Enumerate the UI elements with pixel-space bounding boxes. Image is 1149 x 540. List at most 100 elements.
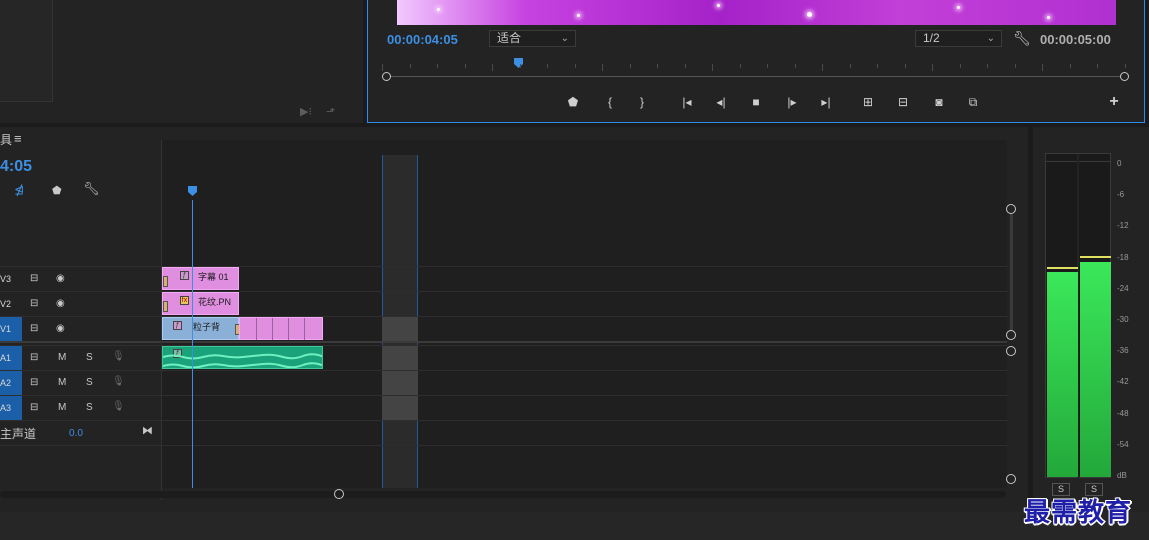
lift-icon[interactable]: ⊞ [859,94,877,110]
extract-icon[interactable]: ⊟ [894,94,912,110]
clip-v2-label: 花纹.PN [198,297,232,307]
clip-v1-extension[interactable] [239,317,323,340]
track-label-a3[interactable]: A3 [0,396,22,420]
track-area[interactable] [162,140,1007,488]
mute-button[interactable]: M [58,377,66,388]
solo-button[interactable]: S [86,402,93,413]
go-to-out-icon[interactable]: ▸| [817,94,835,110]
comparison-view-icon[interactable]: ⧉ [964,94,982,110]
premiere-workspace: ▶⁝ ⬏ 00:00:04:05 适合 ⌄ 1/2 ⌄ 🔧︎ 00:00:05:… [0,0,1149,540]
sync-lock-icon[interactable]: ⊟ [30,352,38,363]
timeline-playhead-line [192,200,193,488]
program-monitor: 00:00:04:05 适合 ⌄ 1/2 ⌄ 🔧︎ 00:00:05:00 ⬟ … [367,0,1145,123]
microphone-icon[interactable]: 🎙︎ [112,401,125,412]
master-clip-keyframe-icon[interactable]: ⧓ [142,424,153,437]
track-label-a1[interactable]: A1 [0,346,22,370]
db-scale-label: -48 [1117,408,1129,418]
source-preview [0,0,53,102]
source-panel: ▶⁝ ⬏ [0,0,363,123]
db-scale-label: -12 [1117,221,1129,231]
track-label-v2[interactable]: V2 [0,292,22,316]
resolution-dropdown[interactable]: 1/2 ⌄ [915,30,1002,47]
mark-in-icon[interactable]: { [601,94,619,110]
insert-icon[interactable]: ▶⁝ [300,105,314,118]
track-label-a2[interactable]: A2 [0,371,22,395]
db-scale-label: -36 [1117,346,1129,356]
button-editor-plus-icon[interactable]: + [1105,94,1123,110]
add-marker-icon[interactable]: ⬟ [52,184,62,197]
eye-icon[interactable]: ◉ [56,273,65,284]
fx-badge-icon: fx [180,296,189,305]
resolution-value: 1/2 [923,31,940,45]
meter-right-peak [1080,256,1111,258]
meter-right-level [1080,261,1111,477]
step-back-icon[interactable]: ◂| [712,94,730,110]
mark-out-icon[interactable]: } [633,94,651,110]
program-duration: 00:00:05:00 [1040,32,1111,47]
clip-v2[interactable]: fx 花纹.PN [162,292,239,315]
snap-icon[interactable]: ⋬ [14,183,24,197]
db-scale-label: -42 [1117,377,1129,387]
master-volume-value[interactable]: 0.0 [69,428,83,439]
fx-badge-icon: ƒ [173,321,182,330]
zoom-end-handle[interactable] [1120,72,1129,81]
program-current-timecode[interactable]: 00:00:04:05 [387,32,458,47]
wrench-icon[interactable]: 🔧︎ [1013,30,1031,47]
clip-v3-label: 字幕 01 [198,272,229,282]
clip-v1[interactable]: ƒ 粒子背 [162,317,240,340]
eye-icon[interactable]: ◉ [56,298,65,309]
gap-block [382,316,418,341]
track-label-v1[interactable]: V1 [0,317,22,341]
db-scale-label: -30 [1117,315,1129,324]
chevron-down-icon: ⌄ [560,33,569,44]
mute-button[interactable]: M [58,402,66,413]
db-scale-label: -6 [1117,190,1125,200]
audio-waveform [163,353,322,368]
timeline-timecode[interactable]: 4:05 [0,158,32,176]
add-marker-icon[interactable]: ⬟ [564,94,582,110]
horizontal-scrollbar[interactable] [0,488,1006,500]
program-playhead[interactable] [514,58,524,68]
master-track-label: 主声道 [0,427,37,441]
status-bar [0,512,1149,540]
vertical-scrollbar[interactable] [1006,204,1018,488]
program-time-ruler[interactable] [382,52,1129,82]
export-frame-icon[interactable]: ⬏ [326,105,340,118]
watermark-logo: 最需教育 [1024,498,1133,528]
export-frame-icon[interactable]: ◙ [930,94,948,110]
gap-block [382,345,418,420]
clip-a1-audio[interactable]: ƒ [162,346,323,369]
stop-icon[interactable]: ■ [747,94,765,110]
sync-lock-icon[interactable]: ⊟ [30,298,38,309]
mute-button[interactable]: M [58,352,66,363]
panel-menu-icon[interactable]: ≡ [14,131,22,146]
program-video-frame [397,0,1116,25]
db-scale-label: -24 [1117,283,1129,293]
solo-button[interactable]: S [86,352,93,363]
sync-lock-icon[interactable]: ⊟ [30,323,38,334]
db-scale-label: -18 [1117,252,1129,262]
go-to-in-icon[interactable]: |◂ [678,94,696,110]
microphone-icon[interactable]: 🎙︎ [112,376,125,387]
track-label-v3[interactable]: V3 [0,267,22,291]
timeline-tab-label[interactable]: 具 [0,131,12,148]
db-scale-label: 0 [1117,159,1122,168]
zoom-dropdown[interactable]: 适合 ⌄ [489,30,576,47]
db-scale-label: dB [1117,471,1127,480]
step-forward-icon[interactable]: |▸ [783,94,801,110]
timeline-settings-wrench-icon[interactable]: 🔧︎ [83,181,100,197]
eye-icon[interactable]: ◉ [56,323,65,334]
sync-lock-icon[interactable]: ⊟ [30,273,38,284]
meter-left-level [1047,272,1078,477]
chevron-down-icon: ⌄ [986,33,995,44]
microphone-icon[interactable]: 🎙︎ [112,351,125,362]
solo-button[interactable]: S [86,377,93,388]
meter-left-peak [1047,267,1078,269]
sync-lock-icon[interactable]: ⊟ [30,402,38,413]
zoom-start-handle[interactable] [382,72,391,81]
sync-lock-icon[interactable]: ⊟ [30,377,38,388]
clip-v1-label: 粒子背 [193,322,221,332]
db-scale-label: -54 [1117,439,1129,449]
clip-v3[interactable]: ƒ 字幕 01 [162,267,239,290]
fx-badge-icon: ƒ [180,271,189,280]
